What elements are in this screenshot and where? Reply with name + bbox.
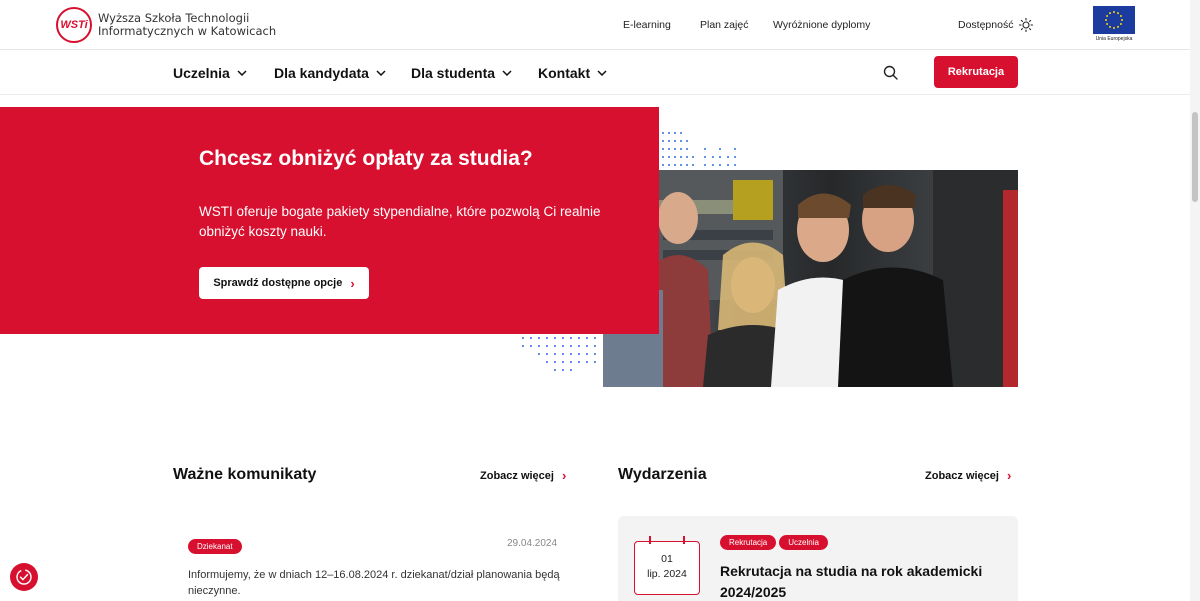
calendar-ring: [683, 536, 685, 544]
calendar-ring: [649, 536, 651, 544]
event-day: 01: [661, 553, 673, 565]
events-title: Wydarzenia: [618, 466, 707, 483]
hero-title: Chcesz obniżyć opłaty za studia?: [199, 147, 533, 170]
decorative-dots: [522, 337, 596, 371]
nav-item-label: Dla kandydata: [274, 65, 369, 81]
chevron-right-icon: ›: [561, 468, 567, 483]
chevron-down-icon: [237, 70, 247, 76]
top-link-e-learning[interactable]: E-learning: [623, 19, 671, 31]
event-month: lip. 2024: [647, 568, 687, 580]
top-link-plan-zajec[interactable]: Plan zajęć: [700, 19, 748, 31]
check-options-label: Sprawdź dostępne opcje: [213, 277, 343, 289]
logo-mark: WSTi: [56, 7, 92, 43]
tag-badge-rekrutacja[interactable]: Rekrutacja: [720, 535, 777, 550]
announcement-tag[interactable]: Dziekanat: [188, 536, 242, 554]
logo-line-2: Informatycznych w Katowicach: [98, 24, 277, 38]
search-icon[interactable]: [883, 65, 898, 80]
nav-item-dla-studenta[interactable]: Dla studenta: [411, 65, 512, 81]
nav-item-label: Kontakt: [538, 65, 591, 81]
announcement-text[interactable]: Informujemy, że w dniach 12–16.08.2024 r…: [188, 567, 568, 599]
announcement-date: 29.04.2024: [507, 538, 558, 549]
tag-badge-uczelnia[interactable]: Uczelnia: [779, 535, 828, 550]
chevron-down-icon: [502, 70, 512, 76]
more-label: Zobacz więcej: [925, 469, 999, 482]
page-scrollbar[interactable]: [1190, 0, 1200, 601]
nav-item-kontakt[interactable]: Kontakt: [538, 65, 607, 81]
chevron-right-icon: ›: [350, 275, 355, 291]
hero-description: WSTI oferuje bogate pakiety stypendialne…: [199, 204, 601, 239]
check-options-button[interactable]: Sprawdź dostępne opcje ›: [199, 267, 369, 299]
eu-flag-icon: [1093, 6, 1135, 34]
main-nav: Uczelnia Dla kandydata Dla studenta Kont…: [0, 50, 1190, 95]
announcements-more-link[interactable]: Zobacz więcej ›: [480, 468, 566, 483]
event-tags: Rekrutacja Uczelnia: [720, 535, 828, 550]
sun-icon: [1019, 18, 1034, 32]
chevron-down-icon: [597, 70, 607, 76]
nav-item-label: Uczelnia: [173, 65, 230, 81]
accessibility-toggle[interactable]: Dostępność: [958, 18, 1034, 32]
check-badge-icon: [16, 569, 32, 585]
scrollbar-thumb[interactable]: [1192, 112, 1198, 202]
chevron-down-icon: [376, 70, 386, 76]
nav-item-label: Dla studenta: [411, 65, 496, 81]
top-bar: WSTi Wyższa Szkoła Technologii Informaty…: [0, 0, 1190, 50]
event-card[interactable]: 01 lip. 2024 Rekrutacja Uczelnia Rekruta…: [618, 516, 1018, 601]
site-logo[interactable]: WSTi Wyższa Szkoła Technologii Informaty…: [56, 7, 276, 43]
tag-badge: Dziekanat: [188, 539, 242, 554]
rekrutacja-button[interactable]: Rekrutacja: [934, 56, 1018, 88]
more-label: Zobacz więcej: [480, 469, 554, 482]
event-title[interactable]: Rekrutacja na studia na rok akademicki 2…: [720, 561, 1000, 601]
chevron-right-icon: ›: [1006, 468, 1012, 483]
nav-item-dla-kandydata[interactable]: Dla kandydata: [274, 65, 386, 81]
eu-emblem: Unia Europejska: [1093, 6, 1135, 42]
decorative-dots: [662, 132, 736, 166]
nav-item-uczelnia[interactable]: Uczelnia: [173, 65, 247, 81]
cookie-settings-button[interactable]: [10, 563, 38, 591]
events-more-link[interactable]: Zobacz więcej ›: [925, 468, 1011, 483]
hero-photo: [603, 170, 1018, 387]
eu-label: Unia Europejska: [1095, 36, 1133, 42]
logo-text: Wyższa Szkoła Technologii Informatycznyc…: [98, 12, 276, 38]
calendar-icon: 01 lip. 2024: [634, 536, 700, 595]
announcements-title: Ważne komunikaty: [173, 466, 317, 483]
top-link-wyroznione-dyplomy[interactable]: Wyróżnione dyplomy: [773, 19, 870, 31]
accessibility-label: Dostępność: [958, 19, 1014, 31]
hero-banner: Chcesz obniżyć opłaty za studia? WSTI of…: [0, 107, 659, 334]
